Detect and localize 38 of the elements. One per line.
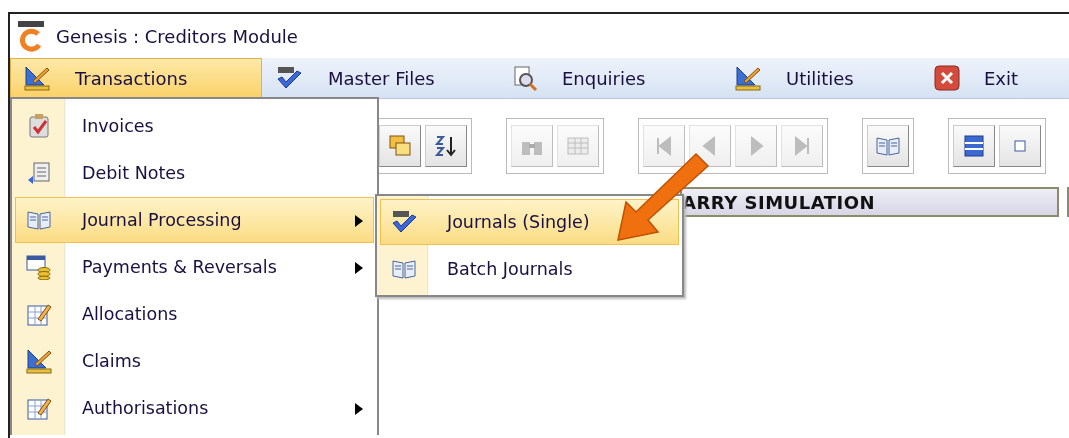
menu-item[interactable]: Authorisations: [15, 385, 374, 431]
submenu-arrow-icon: [355, 403, 363, 415]
toolbar-button[interactable]: [425, 125, 467, 167]
list-icon: [962, 134, 986, 158]
menu-item[interactable]: Utilities: [722, 58, 922, 98]
sort-icon: [434, 134, 458, 158]
menu-item[interactable]: Invoices: [15, 103, 374, 149]
window-icon: [1014, 140, 1026, 152]
document-icon: [27, 160, 51, 186]
menu-item[interactable]: Exit: [922, 58, 1042, 98]
menu-item[interactable]: Batch Journals: [380, 246, 679, 292]
magnifier-icon: [512, 65, 538, 91]
menu-item[interactable]: Payments & Reversals: [15, 244, 374, 290]
set-square-icon: [23, 65, 51, 91]
menu-item[interactable]: Enquiries: [500, 58, 722, 98]
grid-icon: [566, 134, 590, 158]
menu-item[interactable]: Claims: [15, 338, 374, 384]
close-icon: [934, 65, 960, 91]
submenu-arrow-icon: [355, 262, 363, 274]
toolbar-button[interactable]: [953, 125, 995, 167]
menu-item[interactable]: Transactions: [10, 58, 262, 98]
window-title: Genesis : Creditors Module: [56, 25, 298, 47]
menu-item[interactable]: Journal Processing: [15, 197, 374, 243]
menu-item[interactable]: Debit Notes: [15, 150, 374, 196]
menu-item[interactable]: Allocations: [15, 291, 374, 337]
menu-item[interactable]: Journals (Single): [380, 199, 679, 245]
table-coins-icon: [26, 254, 52, 280]
section-header: ARRY SIMULATION: [680, 187, 1059, 217]
menu-item[interactable]: Master Files: [262, 58, 500, 98]
book-icon: [391, 258, 417, 280]
clipboard-icon: [27, 113, 51, 139]
book-icon: [26, 209, 52, 231]
cascade-windows-icon: [388, 134, 412, 158]
app-logo-icon: [16, 20, 46, 52]
set-square-icon: [25, 348, 53, 374]
set-square-icon: [734, 65, 762, 91]
book-icon: [875, 135, 901, 157]
submenu-arrow-icon: [355, 215, 363, 227]
